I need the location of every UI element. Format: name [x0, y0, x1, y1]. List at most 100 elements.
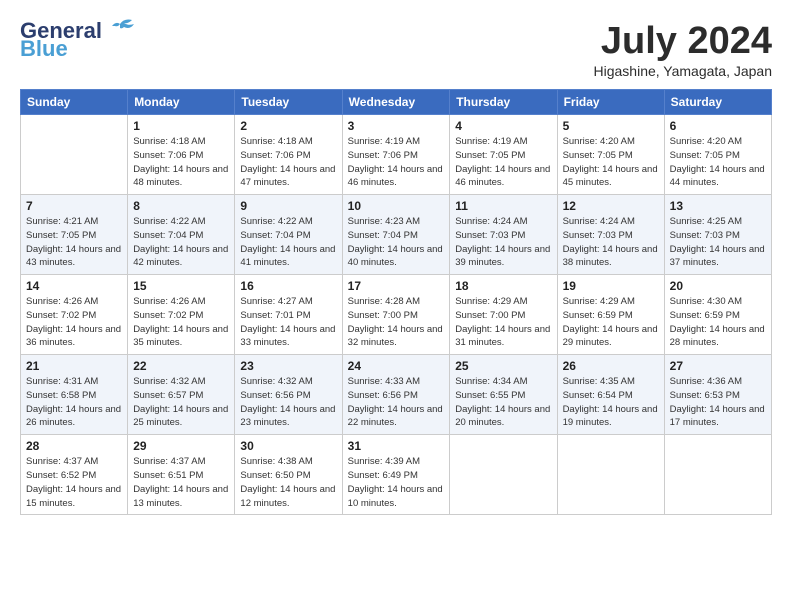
sunset-text: Sunset: 7:05 PM — [670, 150, 740, 161]
sunset-text: Sunset: 7:05 PM — [26, 230, 96, 241]
daylight-text: Daylight: 14 hours and 10 minutes. — [348, 484, 443, 509]
sunrise-text: Sunrise: 4:32 AM — [133, 376, 205, 387]
sunset-text: Sunset: 6:51 PM — [133, 470, 203, 481]
sunrise-text: Sunrise: 4:26 AM — [26, 296, 98, 307]
sunset-text: Sunset: 7:06 PM — [240, 150, 310, 161]
day-number: 14 — [26, 279, 122, 293]
logo-blue-text: Blue — [20, 38, 68, 60]
sunrise-text: Sunrise: 4:22 AM — [133, 216, 205, 227]
daylight-text: Daylight: 14 hours and 33 minutes. — [240, 324, 335, 349]
sunset-text: Sunset: 7:05 PM — [563, 150, 633, 161]
sunrise-text: Sunrise: 4:26 AM — [133, 296, 205, 307]
calendar-cell: 3Sunrise: 4:19 AMSunset: 7:06 PMDaylight… — [342, 115, 450, 195]
sunrise-text: Sunrise: 4:36 AM — [670, 376, 742, 387]
day-number: 17 — [348, 279, 445, 293]
day-number: 5 — [563, 119, 659, 133]
day-info: Sunrise: 4:27 AM Sunset: 7:01 PM Daylight:… — [240, 295, 336, 350]
sunrise-text: Sunrise: 4:37 AM — [133, 456, 205, 467]
day-number: 11 — [455, 199, 551, 213]
day-number: 26 — [563, 359, 659, 373]
day-info: Sunrise: 4:37 AMSunset: 6:52 PMDaylight:… — [26, 455, 122, 510]
calendar-cell: 13Sunrise: 4:25 AMSunset: 7:03 PMDayligh… — [664, 195, 771, 275]
calendar-cell: 24Sunrise: 4:33 AMSunset: 6:56 PMDayligh… — [342, 355, 450, 435]
daylight-text: Daylight: 14 hours and 22 minutes. — [348, 404, 443, 429]
daylight-text: Daylight: 14 hours and 29 minutes. — [563, 324, 658, 349]
month-year-title: July 2024 — [594, 20, 773, 63]
day-number: 1 — [133, 119, 229, 133]
column-header-thursday: Thursday — [450, 90, 557, 115]
sunrise-text: Sunrise: 4:25 AM — [670, 216, 742, 227]
calendar-cell: 7Sunrise: 4:21 AMSunset: 7:05 PMDaylight… — [21, 195, 128, 275]
daylight-text: Daylight: 14 hours and 17 minutes. — [670, 404, 765, 429]
calendar-header-row: SundayMondayTuesdayWednesdayThursdayFrid… — [21, 90, 772, 115]
sunset-text: Sunset: 6:58 PM — [26, 390, 96, 401]
day-info: Sunrise: 4:30 AMSunset: 6:59 PMDaylight:… — [670, 295, 766, 350]
day-number: 6 — [670, 119, 766, 133]
column-header-saturday: Saturday — [664, 90, 771, 115]
day-number: 2 — [240, 119, 336, 133]
day-info: Sunrise: 4:29 AM Sunset: 6:59 PM Daylight:… — [563, 295, 659, 350]
sunset-text: Sunset: 7:03 PM — [563, 230, 633, 241]
day-number: 25 — [455, 359, 551, 373]
calendar-cell: 16Sunrise: 4:27 AMSunset: 7:01 PMDayligh… — [235, 275, 342, 355]
calendar-cell: 10Sunrise: 4:23 AMSunset: 7:04 PMDayligh… — [342, 195, 450, 275]
day-info: Sunrise: 4:18 AMSunset: 7:06 PMDaylight:… — [133, 135, 229, 190]
daylight-text: Daylight: 14 hours and 38 minutes. — [563, 244, 658, 269]
calendar-cell: 2Sunrise: 4:18 AMSunset: 7:06 PMDaylight… — [235, 115, 342, 195]
location-label: Higashine, Yamagata, Japan — [594, 63, 773, 79]
calendar-cell: 18Sunrise: 4:29 AMSunset: 7:00 PMDayligh… — [450, 275, 557, 355]
calendar-week-row: 1 Sunrise: 4:18 AMSunset: 7:06 PMDaylight… — [21, 115, 772, 195]
daylight-text: Daylight: 14 hours and 40 minutes. — [348, 244, 443, 269]
day-info: Sunrise: 4:28 AMSunset: 7:00 PMDaylight:… — [348, 295, 445, 350]
sunrise-text: Sunrise: 4:21 AM — [26, 216, 98, 227]
daylight-text: Daylight: 14 hours and 31 minutes. — [455, 324, 550, 349]
day-info: Sunrise: 4:22 AMSunset: 7:04 PMDaylight:… — [240, 215, 336, 270]
calendar-cell: 26Sunrise: 4:35 AMSunset: 6:54 PMDayligh… — [557, 355, 664, 435]
calendar-table: SundayMondayTuesdayWednesdayThursdayFrid… — [20, 89, 772, 515]
day-info: Sunrise: 4:22 AMSunset: 7:04 PMDaylight:… — [133, 215, 229, 270]
day-number: 30 — [240, 439, 336, 453]
sunset-text: Sunset: 7:00 PM — [455, 310, 525, 321]
day-info: Sunrise: 4:24 AMSunset: 7:03 PMDaylight:… — [563, 215, 659, 270]
calendar-cell: 14Sunrise: 4:26 AMSunset: 7:02 PMDayligh… — [21, 275, 128, 355]
sunset-text: Sunset: 6:53 PM — [670, 390, 740, 401]
calendar-cell — [450, 435, 557, 515]
sunset-text: Sunset: 7:03 PM — [670, 230, 740, 241]
calendar-cell — [557, 435, 664, 515]
day-info: Sunrise: 4:24 AMSunset: 7:03 PMDaylight:… — [455, 215, 551, 270]
calendar-cell: 9Sunrise: 4:22 AMSunset: 7:04 PMDaylight… — [235, 195, 342, 275]
day-info: Sunrise: 4:31 AMSunset: 6:58 PMDaylight:… — [26, 375, 122, 430]
daylight-text: Daylight: 14 hours and 37 minutes. — [670, 244, 765, 269]
sunrise-text: Sunrise: 4:19 AM — [455, 136, 527, 147]
column-header-friday: Friday — [557, 90, 664, 115]
sunset-text: Sunset: 6:59 PM — [563, 310, 633, 321]
sunrise-text: Sunrise: 4:30 AM — [670, 296, 742, 307]
day-info: Sunrise: 4:23 AMSunset: 7:04 PMDaylight:… — [348, 215, 445, 270]
calendar-cell: 20Sunrise: 4:30 AMSunset: 6:59 PMDayligh… — [664, 275, 771, 355]
sunset-text: Sunset: 6:49 PM — [348, 470, 418, 481]
sunset-text: Sunset: 6:55 PM — [455, 390, 525, 401]
sunrise-text: Sunrise: 4:27 AM — [240, 296, 312, 307]
day-info: Sunrise: 4:33 AMSunset: 6:56 PMDaylight:… — [348, 375, 445, 430]
day-info: Sunrise: 4:37 AMSunset: 6:51 PMDaylight:… — [133, 455, 229, 510]
day-info: Sunrise: 4:20 AMSunset: 7:05 PMDaylight:… — [563, 135, 659, 190]
sunrise-text: Sunrise: 4:23 AM — [348, 216, 420, 227]
daylight-text: Daylight: 14 hours and 47 minutes. — [240, 164, 335, 189]
daylight-text: Daylight: 14 hours and 25 minutes. — [133, 404, 228, 429]
calendar-cell: 25Sunrise: 4:34 AMSunset: 6:55 PMDayligh… — [450, 355, 557, 435]
calendar-cell — [21, 115, 128, 195]
sunset-text: Sunset: 7:01 PM — [240, 310, 310, 321]
calendar-cell: 4Sunrise: 4:19 AMSunset: 7:05 PMDaylight… — [450, 115, 557, 195]
daylight-text: Daylight: 14 hours and 20 minutes. — [455, 404, 550, 429]
sunrise-text: Sunrise: 4:29 AM — [455, 296, 527, 307]
calendar-cell: 8Sunrise: 4:22 AMSunset: 7:04 PMDaylight… — [128, 195, 235, 275]
daylight-text: Daylight: 14 hours and 48 minutes. — [133, 164, 228, 189]
calendar-cell: 31Sunrise: 4:39 AMSunset: 6:49 PMDayligh… — [342, 435, 450, 515]
sunset-text: Sunset: 7:02 PM — [133, 310, 203, 321]
sunset-text: Sunset: 7:05 PM — [455, 150, 525, 161]
calendar-cell: 6Sunrise: 4:20 AMSunset: 7:05 PMDaylight… — [664, 115, 771, 195]
sunrise-text: Sunrise: 4:29 AM — [563, 296, 635, 307]
daylight-text: Daylight: 14 hours and 46 minutes. — [348, 164, 443, 189]
calendar-cell: 5 Sunrise: 4:20 AMSunset: 7:05 PMDaylight… — [557, 115, 664, 195]
daylight-text: Daylight: 14 hours and 42 minutes. — [133, 244, 228, 269]
